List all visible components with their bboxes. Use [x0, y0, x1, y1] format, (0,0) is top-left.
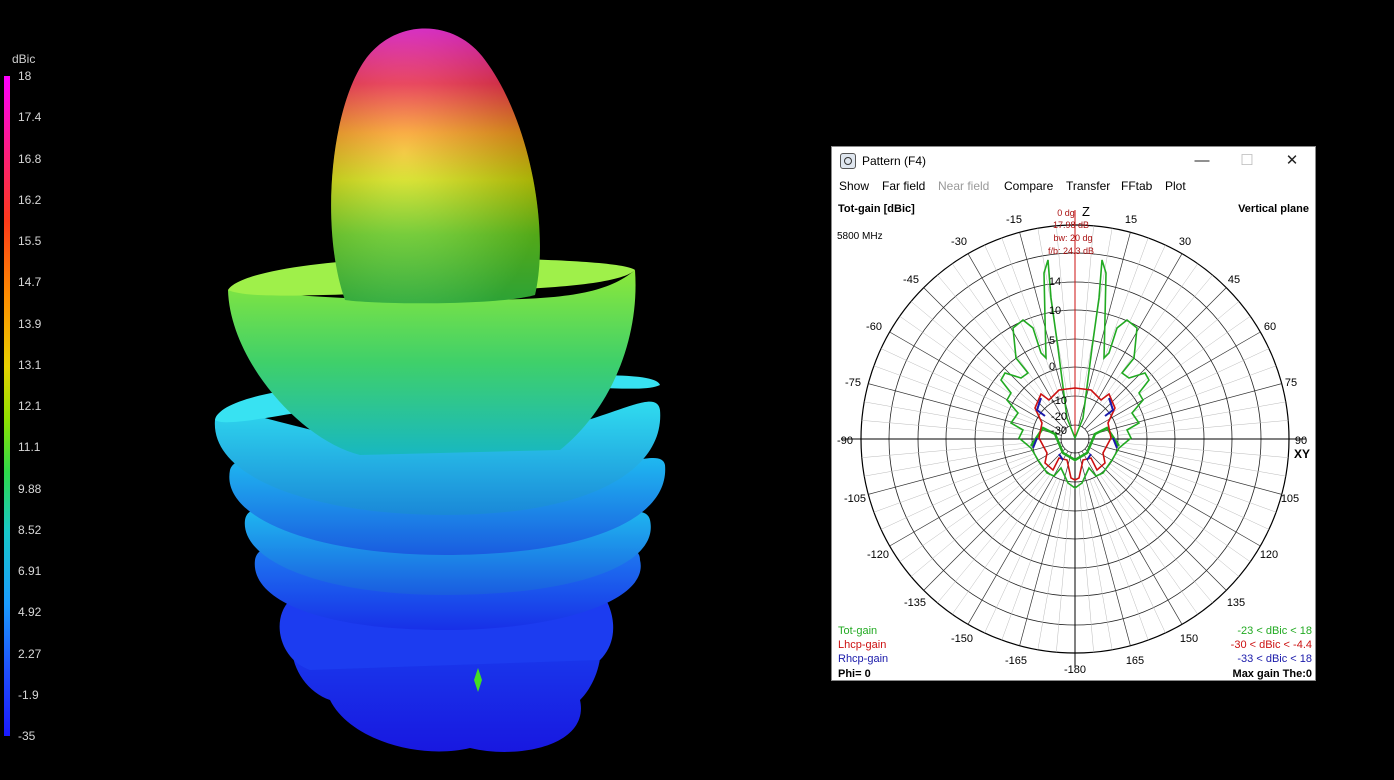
angle-label: -165	[1005, 655, 1027, 667]
menu-plot[interactable]: Plot	[1165, 179, 1186, 193]
colorbar-tick: 8.52	[18, 522, 42, 537]
legend-range-tot: -23 < dBic < 18	[1237, 625, 1312, 637]
colorbar-tick: 16.8	[18, 151, 42, 166]
angle-label: 165	[1126, 655, 1144, 667]
polar-plot[interactable]: Tot-gain [dBic] Vertical plane 5800 MHz …	[833, 198, 1314, 680]
angle-label: -75	[845, 377, 861, 389]
angle-label: 90	[1295, 435, 1307, 447]
colorbar-tick: 17.4	[18, 110, 42, 125]
colorbar-tick: 6.91	[18, 564, 42, 578]
colorbar-tick: -35	[18, 729, 36, 743]
ring-label: 10	[1049, 305, 1061, 317]
angle-label: -150	[951, 633, 973, 645]
angle-label: -90	[837, 435, 853, 447]
colorbar-tick: -1.9	[18, 687, 39, 702]
plot-title-right: Vertical plane	[1238, 203, 1309, 215]
ring-label: 14	[1049, 276, 1061, 288]
max-gain-label: Max gain The:0	[1233, 668, 1312, 680]
plot-title-left: Tot-gain [dBic]	[838, 203, 915, 215]
angle-label: 105	[1281, 493, 1299, 505]
ring-label: 5	[1049, 335, 1055, 347]
pattern-window[interactable]: Pattern (F4) — ☐ ✕ Show Far field Near f…	[831, 146, 1316, 681]
colorbar-tick: 15.5	[18, 234, 42, 248]
colorbar-tick: 4.92	[18, 605, 42, 620]
legend-range-rhcp: -33 < dBic < 18	[1237, 653, 1312, 665]
xy-axis-label: XY	[1294, 447, 1310, 461]
info-line: bw: 20 dg	[1053, 233, 1092, 243]
angle-label: 60	[1264, 321, 1276, 333]
close-button[interactable]: ✕	[1281, 151, 1303, 171]
menu-show[interactable]: Show	[839, 179, 869, 193]
menu-compare[interactable]: Compare	[1004, 179, 1053, 193]
legend-name-lhcp: Lhcp-gain	[838, 639, 886, 651]
legend-name-tot: Tot-gain	[838, 625, 877, 637]
angle-label: -120	[867, 549, 889, 561]
angle-label: 150	[1180, 633, 1198, 645]
angle-label: 30	[1179, 236, 1191, 248]
maximize-button[interactable]: ☐	[1236, 151, 1258, 171]
ring-label: -20	[1051, 411, 1067, 423]
menu-bar: Show Far field Near field Compare Transf…	[832, 177, 1315, 197]
angle-label: 45	[1228, 274, 1240, 286]
colorbar-tick: 18	[18, 69, 32, 83]
window-titlebar[interactable]: Pattern (F4) — ☐ ✕	[832, 147, 1315, 175]
angle-label: 15	[1125, 214, 1137, 226]
minimize-button[interactable]: —	[1191, 151, 1213, 171]
colorbar-tick: 2.27	[18, 646, 42, 661]
window-title: Pattern (F4)	[862, 154, 927, 168]
legend-name-rhcp: Rhcp-gain	[838, 653, 888, 665]
colorbar-tick: 14.7	[18, 275, 42, 290]
angle-label: -30	[951, 236, 967, 248]
colorbar-gradient	[4, 76, 10, 736]
legend-range-lhcp: -30 < dBic < -4.4	[1231, 639, 1312, 651]
angle-label: -45	[903, 274, 919, 286]
menu-far-field[interactable]: Far field	[882, 179, 925, 193]
info-line: f/b: 24.3 dB	[1048, 246, 1094, 256]
angle-label: -15	[1006, 214, 1022, 226]
angle-label: -180	[1064, 664, 1086, 676]
ring-label: -10	[1051, 395, 1067, 407]
colorbar-tick: 11.1	[18, 440, 41, 455]
3d-pattern-view[interactable]	[160, 0, 740, 780]
colorbar-tick: 12.1	[18, 399, 42, 413]
angle-label: 135	[1227, 597, 1245, 609]
colorbar-tick: 9.88	[18, 481, 42, 496]
menu-transfer[interactable]: Transfer	[1066, 179, 1110, 193]
colorbar-legend: dBic 18 17.4 16.8 16.2 15.5 14.7 13.9 13.1 12.1 1…	[0, 0, 60, 780]
z-axis-label: Z	[1082, 204, 1090, 219]
colorbar-tick: 13.1	[18, 357, 42, 372]
angle-label: -60	[866, 321, 882, 333]
angle-label: 120	[1260, 549, 1278, 561]
colorbar-tick: 13.9	[18, 316, 42, 331]
menu-fftab[interactable]: FFtab	[1121, 179, 1152, 193]
info-line: 0 dg	[1057, 208, 1075, 218]
frequency-label: 5800 MHz	[837, 231, 883, 242]
app-icon	[840, 153, 856, 169]
angle-label: -135	[904, 597, 926, 609]
colorbar-unit: dBic	[12, 52, 36, 66]
angle-label: -105	[844, 493, 866, 505]
colorbar-tick: 16.2	[18, 192, 42, 207]
phi-label: Phi= 0	[838, 668, 871, 680]
ring-label: -30	[1051, 425, 1067, 437]
menu-near-field[interactable]: Near field	[938, 179, 989, 193]
ring-label: 0	[1049, 361, 1055, 373]
angle-label: 75	[1285, 377, 1297, 389]
info-line: 17.98 dB	[1053, 220, 1089, 230]
